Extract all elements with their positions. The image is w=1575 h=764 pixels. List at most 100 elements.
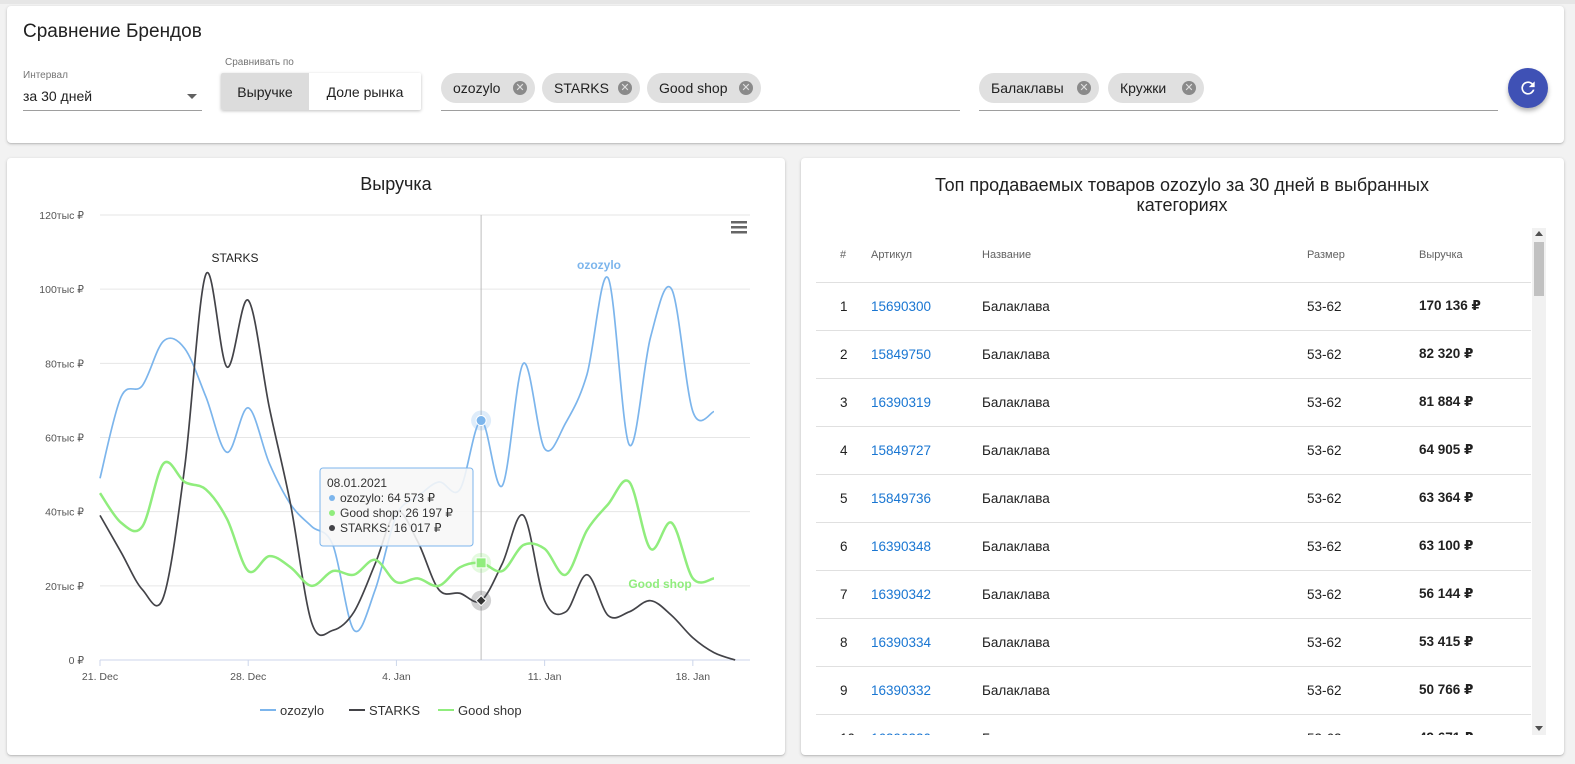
interval-value: за 30 дней xyxy=(23,88,93,104)
product-size-cell: 53-62 xyxy=(1307,426,1419,475)
hamburger-menu-icon[interactable] xyxy=(731,221,747,234)
y-tick-label: 40тыс ₽ xyxy=(45,507,84,519)
product-size-cell: 53-62 xyxy=(1307,378,1419,427)
brand-chip[interactable]: STARKS ✕ xyxy=(542,73,640,103)
refresh-icon xyxy=(1521,81,1535,95)
y-tick-label: 0 ₽ xyxy=(69,655,85,667)
legend-label: ozozylo xyxy=(280,703,324,718)
legend-label: STARKS xyxy=(369,703,420,718)
refresh-button[interactable] xyxy=(1508,68,1548,108)
revenue-chart: 0 ₽ 20тыс ₽ 40тыс ₽ 60тыс ₽ 80тыс ₽ 100тыс ₽ 1… xyxy=(39,210,750,718)
table-header-row: # Артикул Название Размер Выручка xyxy=(816,228,1531,283)
product-revenue-cell: 53 415 ₽ xyxy=(1419,618,1531,667)
scroll-thumb[interactable] xyxy=(1534,242,1544,296)
top-products-card: Топ продаваемых товаров ozozylo за 30 дн… xyxy=(801,158,1564,755)
table-title: Топ продаваемых товаров ozozylo за 30 дн… xyxy=(935,175,1429,215)
close-circle-icon[interactable]: ✕ xyxy=(1077,81,1091,95)
x-tick-label: 28. Dec xyxy=(230,671,266,683)
scroll-up-arrow-icon[interactable] xyxy=(1535,231,1543,236)
table-scrollbar[interactable] xyxy=(1532,228,1546,735)
compare-toggle-group: Выручке Доле рынка xyxy=(221,73,421,110)
series-line-0 xyxy=(99,276,715,633)
product-size-cell: 53-62 xyxy=(1307,282,1419,331)
legend-item[interactable]: ozozylo xyxy=(260,703,324,718)
row-index-cell: 6 xyxy=(816,522,871,571)
product-size-cell: 53-62 xyxy=(1307,474,1419,523)
product-revenue-cell: 63 364 ₽ xyxy=(1419,474,1531,523)
product-size-cell: 53-62 xyxy=(1307,714,1419,735)
category-chip[interactable]: Балаклавы ✕ xyxy=(979,73,1099,103)
x-tick-label: 11. Jan xyxy=(528,671,562,683)
page-title: Сравнение Брендов xyxy=(23,21,202,42)
y-tick-label: 120тыс ₽ xyxy=(39,210,84,222)
legend-item[interactable]: STARKS xyxy=(349,703,420,718)
close-circle-icon[interactable]: ✕ xyxy=(513,81,527,95)
toggle-market-share[interactable]: Доле рынка xyxy=(309,73,421,110)
table-row: 7 16390342 Балаклава 53-62 56 144 ₽ xyxy=(816,570,1531,619)
article-link-cell: 16390342 xyxy=(871,570,982,619)
y-tick-label: 60тыс ₽ xyxy=(45,433,84,445)
product-revenue-cell: 63 100 ₽ xyxy=(1419,522,1531,571)
close-circle-icon[interactable]: ✕ xyxy=(618,81,632,95)
article-link[interactable]: 16390320 xyxy=(871,731,931,736)
product-size-cell: 53-62 xyxy=(1307,330,1419,379)
product-name-cell: Балаклава xyxy=(982,522,1307,571)
brands-field[interactable]: ozozylo ✕ STARKS ✕ Good shop ✕ xyxy=(441,73,960,111)
article-link[interactable]: 16390348 xyxy=(871,539,931,554)
chart-tooltip: 08.01.2021ozozylo: 64 573 ₽Good shop: 26… xyxy=(319,467,474,547)
legend-label: Good shop xyxy=(458,703,522,718)
table-row: 6 16390348 Балаклава 53-62 63 100 ₽ xyxy=(816,522,1531,571)
scroll-down-arrow-icon[interactable] xyxy=(1535,726,1543,731)
interval-label: Интервал xyxy=(23,70,68,81)
row-index-cell: 1 xyxy=(816,282,871,331)
close-circle-icon[interactable]: ✕ xyxy=(739,81,753,95)
legend-item[interactable]: Good shop xyxy=(438,703,522,718)
row-index-cell: 5 xyxy=(816,474,871,523)
toggle-revenue[interactable]: Выручке xyxy=(221,73,309,110)
y-tick-label: 20тыс ₽ xyxy=(45,581,84,593)
brand-chip[interactable]: Good shop ✕ xyxy=(647,73,761,103)
column-header-article: Артикул xyxy=(871,228,982,283)
y-tick-label: 80тыс ₽ xyxy=(45,358,84,370)
series-label: ozozylo xyxy=(577,258,621,272)
article-link-cell: 15849736 xyxy=(871,474,982,523)
article-link-cell: 15849727 xyxy=(871,426,982,475)
product-revenue-cell: 56 144 ₽ xyxy=(1419,570,1531,619)
chip-label: Кружки xyxy=(1120,80,1167,96)
hover-point[interactable] xyxy=(475,415,487,427)
hover-point[interactable] xyxy=(475,557,487,569)
brand-chip[interactable]: ozozylo ✕ xyxy=(441,73,535,103)
article-link[interactable]: 16390342 xyxy=(871,587,931,602)
interval-select[interactable]: за 30 дней xyxy=(23,85,202,111)
row-index-cell: 10 xyxy=(816,714,871,735)
column-header-index: # xyxy=(816,228,871,283)
product-name-cell: Балаклава xyxy=(982,666,1307,715)
article-link[interactable]: 15690300 xyxy=(871,299,931,314)
close-circle-icon[interactable]: ✕ xyxy=(1182,81,1196,95)
article-link[interactable]: 16390319 xyxy=(871,395,931,410)
article-link-cell: 16390320 xyxy=(871,714,982,735)
article-link[interactable]: 15849736 xyxy=(871,491,931,506)
x-tick-label: 18. Jan xyxy=(676,671,711,683)
product-name-cell: Балаклава xyxy=(982,474,1307,523)
table-row: 5 15849736 Балаклава 53-62 63 364 ₽ xyxy=(816,474,1531,523)
product-size-cell: 53-62 xyxy=(1307,522,1419,571)
article-link[interactable]: 16390334 xyxy=(871,635,931,650)
table-row: 1016390320 Балаклава53-6249 671 ₽ xyxy=(816,714,1531,735)
chevron-down-icon xyxy=(187,94,197,99)
x-tick-label: 4. Jan xyxy=(382,671,411,683)
article-link[interactable]: 16390332 xyxy=(871,683,931,698)
series-label: Good shop xyxy=(628,577,691,591)
article-link[interactable]: 15849727 xyxy=(871,443,931,458)
series-label: STARKS xyxy=(211,251,258,265)
tooltip-row: ozozylo: 64 573 ₽ xyxy=(340,491,435,505)
categories-field[interactable]: Балаклавы ✕ Кружки ✕ xyxy=(979,73,1498,111)
product-size-cell: 53-62 xyxy=(1307,618,1419,667)
chip-label: ozozylo xyxy=(453,80,501,96)
tooltip-row: STARKS: 16 017 ₽ xyxy=(340,521,442,535)
row-index-cell: 4 xyxy=(816,426,871,475)
category-chip[interactable]: Кружки ✕ xyxy=(1108,73,1204,103)
article-link-cell: 16390332 xyxy=(871,666,982,715)
article-link[interactable]: 15849750 xyxy=(871,347,931,362)
product-revenue-cell: 64 905 ₽ xyxy=(1419,426,1531,475)
